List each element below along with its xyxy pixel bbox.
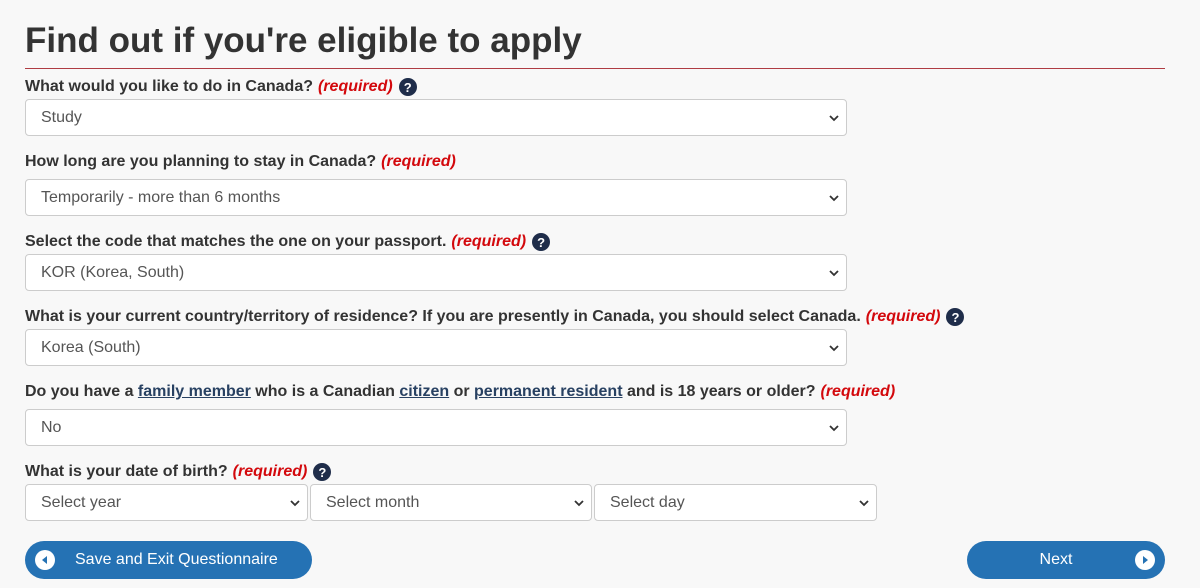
- page-title: Find out if you're eligible to apply: [25, 21, 582, 60]
- question-text-part: Do you have a: [25, 383, 138, 400]
- select-value: Temporarily - more than 6 months: [41, 188, 281, 206]
- required-marker: (required): [381, 153, 456, 170]
- chevron-down-icon: [829, 269, 839, 276]
- question-text: Select the code that matches the one on …: [25, 233, 447, 250]
- next-label: Next: [1039, 551, 1073, 568]
- citizen-link[interactable]: citizen: [399, 382, 449, 402]
- title-divider: [25, 68, 1165, 69]
- required-marker: (required): [232, 463, 308, 480]
- question-text: What would you like to do in Canada?: [25, 78, 313, 95]
- select-value: KOR (Korea, South): [41, 263, 185, 281]
- question-text: How long are you planning to stay in Can…: [25, 153, 377, 170]
- save-and-exit-button[interactable]: Save and Exit Questionnaire: [25, 541, 312, 579]
- save-and-exit-label: Save and Exit Questionnaire: [75, 551, 278, 568]
- birth-day-select[interactable]: Select day: [594, 484, 877, 521]
- question-text: What is your current country/territory o…: [25, 308, 861, 325]
- select-value: Study: [41, 108, 82, 126]
- permanent-resident-link[interactable]: permanent resident: [474, 382, 622, 402]
- select-value: Select year: [41, 493, 122, 511]
- select-value: Korea (South): [41, 338, 141, 356]
- chevron-down-icon: [859, 499, 869, 506]
- chevron-down-icon: [829, 114, 839, 121]
- question-family-label: Do you have a family member who is a Can…: [25, 382, 895, 402]
- residence-select[interactable]: Korea (South): [25, 329, 847, 366]
- select-value: Select day: [610, 493, 685, 511]
- required-marker: (required): [451, 233, 527, 250]
- question-circle-icon[interactable]: ?: [398, 78, 417, 96]
- question-text-part: or: [449, 383, 475, 400]
- question-circle-icon[interactable]: ?: [532, 233, 551, 251]
- birth-year-select[interactable]: Select year: [25, 484, 308, 521]
- question-dob-label: What is your date of birth? (required) ?: [25, 462, 332, 482]
- chevron-down-icon: [574, 499, 584, 506]
- activity-select[interactable]: Study: [25, 99, 847, 136]
- question-duration-label: How long are you planning to stay in Can…: [25, 152, 456, 172]
- question-text: What is your date of birth?: [25, 463, 228, 480]
- passport-code-select[interactable]: KOR (Korea, South): [25, 254, 847, 291]
- required-marker: (required): [318, 78, 393, 95]
- select-value: Select month: [326, 493, 420, 511]
- chevron-down-icon: [829, 194, 839, 201]
- question-text-part: and is 18 years or older?: [622, 383, 816, 400]
- family-member-link[interactable]: family member: [138, 382, 251, 402]
- arrow-left-circle-icon: [35, 550, 55, 570]
- chevron-down-icon: [829, 344, 839, 351]
- question-circle-icon[interactable]: ?: [946, 308, 965, 326]
- required-marker: (required): [865, 308, 941, 325]
- chevron-down-icon: [829, 424, 839, 431]
- question-circle-icon[interactable]: ?: [313, 463, 332, 481]
- question-activity-label: What would you like to do in Canada? (re…: [25, 77, 417, 97]
- required-marker: (required): [820, 383, 896, 400]
- birth-month-select[interactable]: Select month: [310, 484, 592, 521]
- question-text-part: who is a Canadian: [250, 383, 400, 400]
- question-residence-label: What is your current country/territory o…: [25, 307, 965, 327]
- next-button[interactable]: Next: [967, 541, 1165, 579]
- question-passport-label: Select the code that matches the one on …: [25, 232, 551, 252]
- chevron-down-icon: [290, 499, 300, 506]
- arrow-right-circle-icon: [1135, 550, 1155, 570]
- duration-select[interactable]: Temporarily - more than 6 months: [25, 179, 847, 216]
- select-value: No: [41, 418, 62, 436]
- family-member-select[interactable]: No: [25, 409, 847, 446]
